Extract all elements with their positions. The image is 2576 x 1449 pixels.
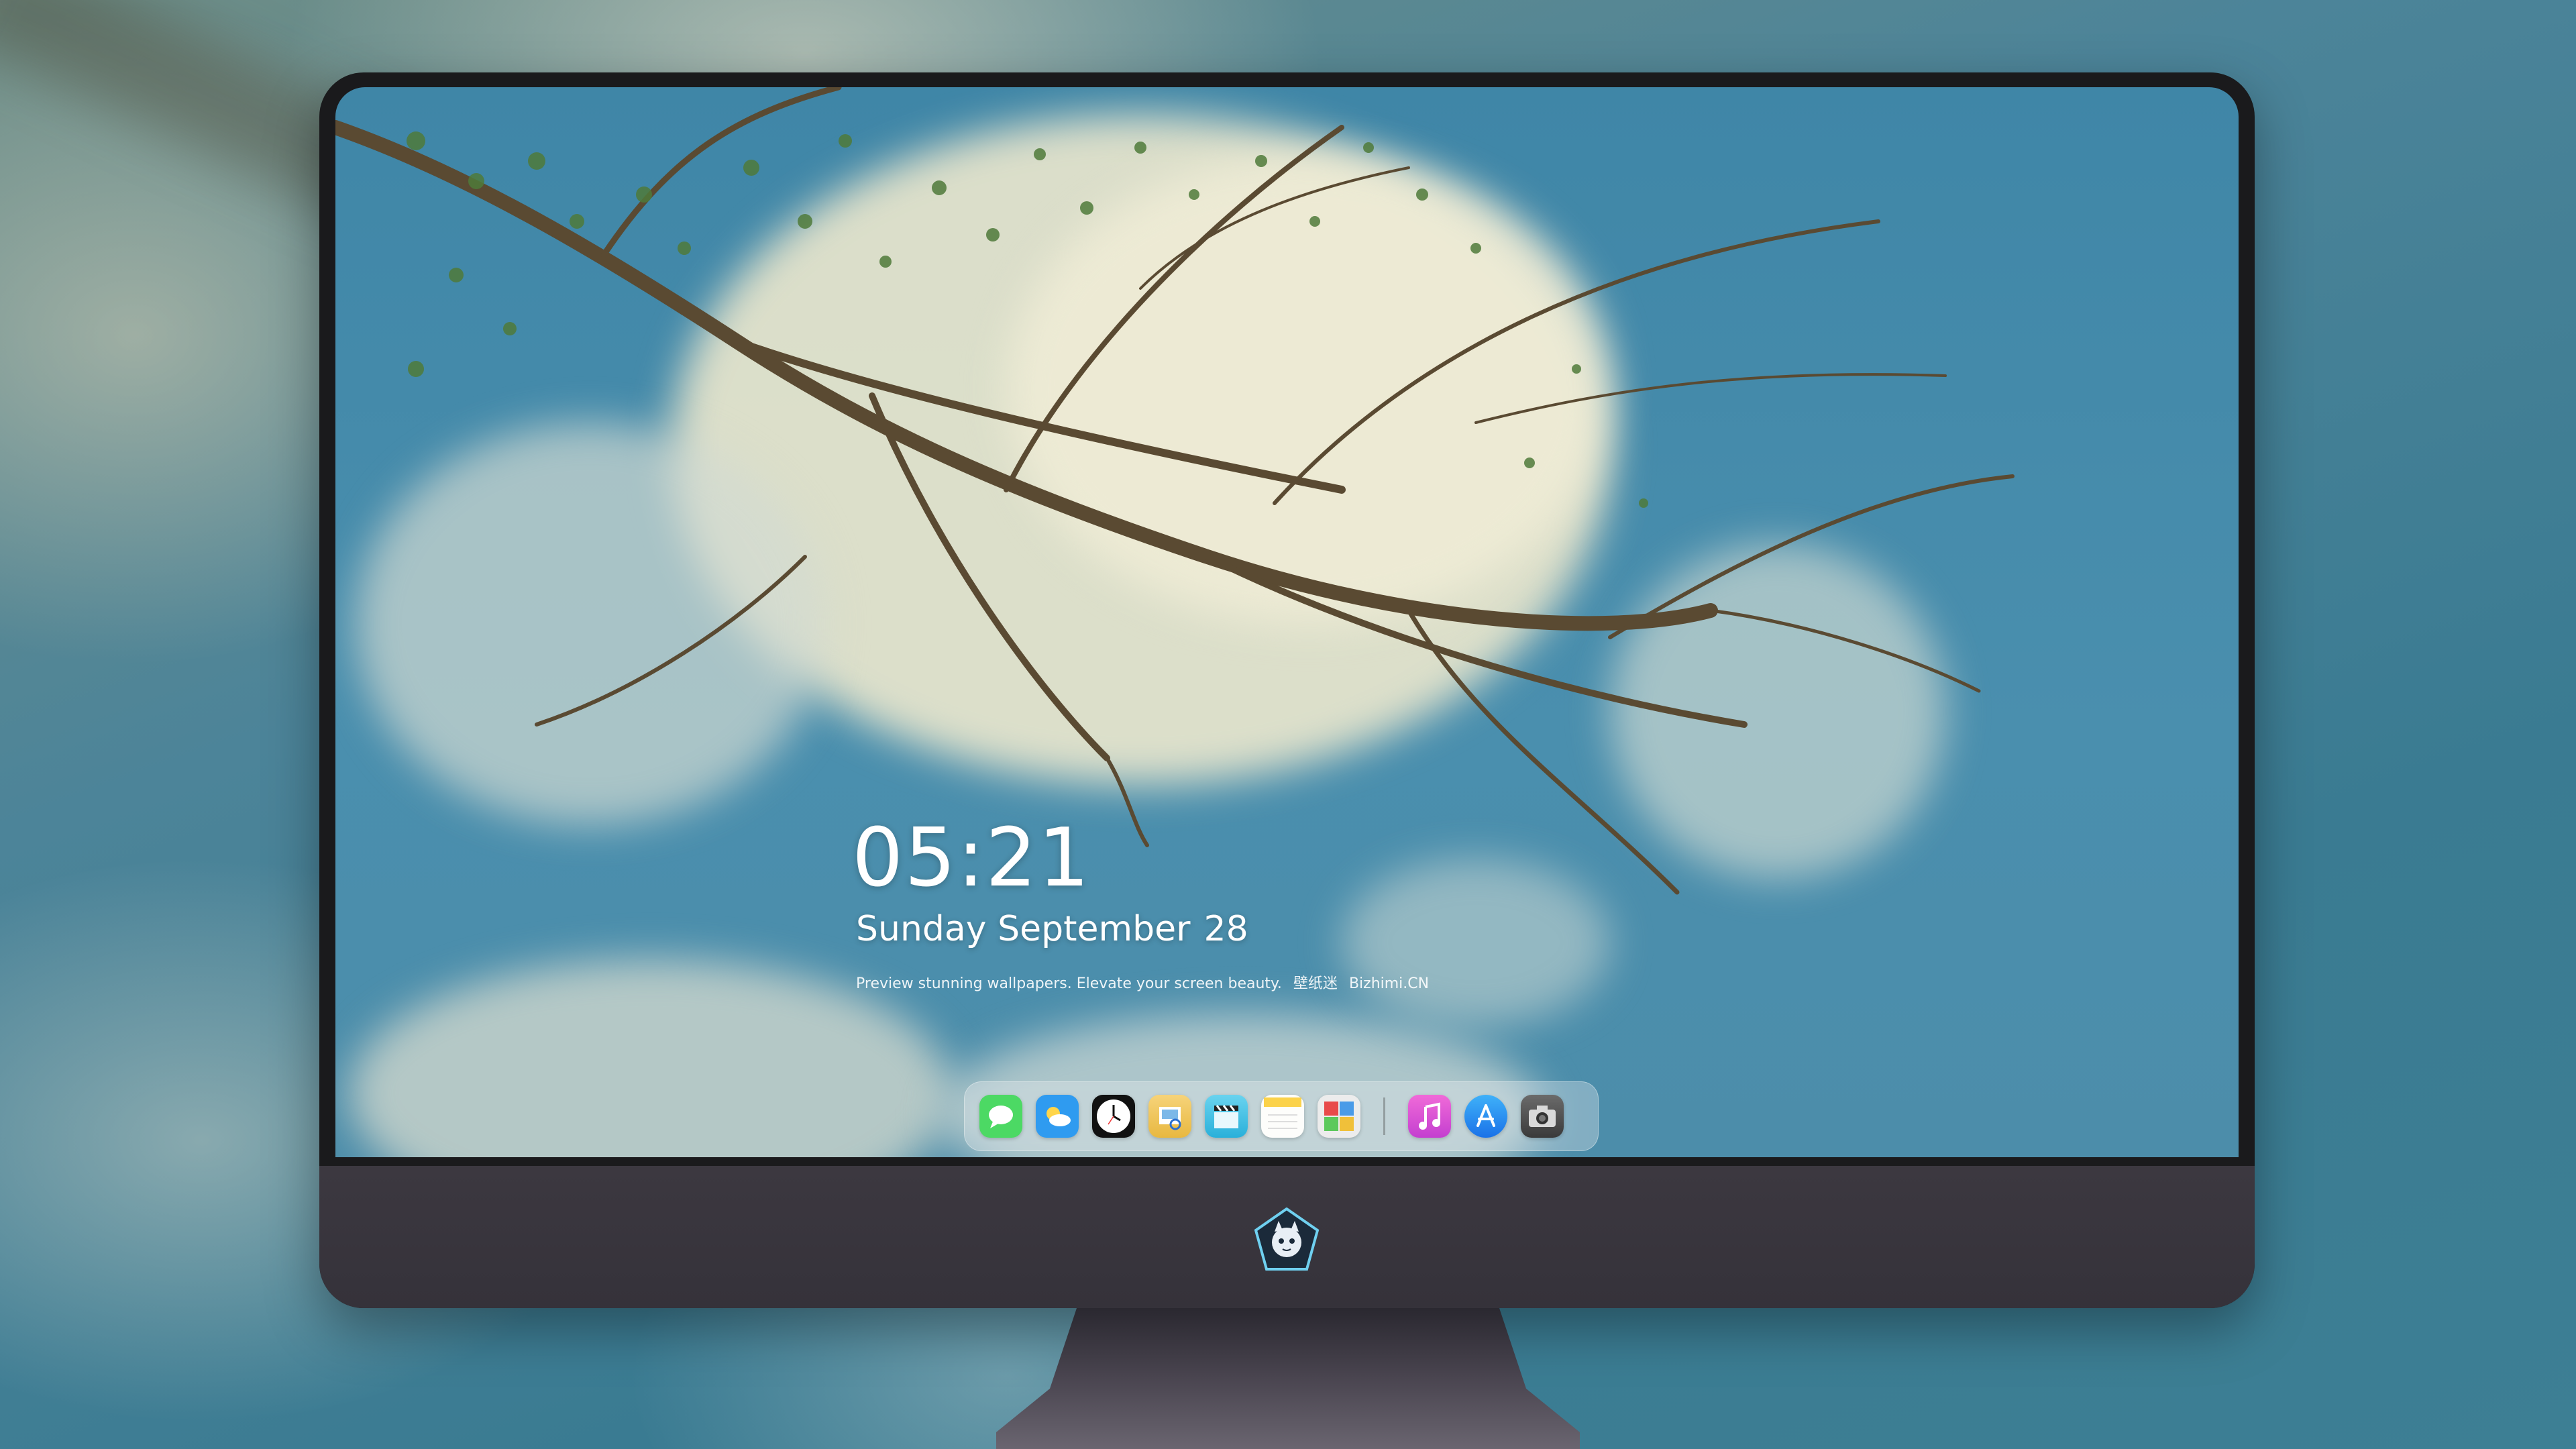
preview-icon[interactable] (1148, 1095, 1191, 1138)
lockscreen-date: Sunday September 28 (856, 909, 1248, 949)
lockscreen-time: 05:21 (852, 812, 1091, 905)
photo-booth-icon[interactable] (1318, 1095, 1360, 1138)
music-icon[interactable] (1408, 1095, 1451, 1138)
lockscreen-day: 28 (1203, 909, 1248, 949)
brand-logo-icon (1254, 1208, 1320, 1271)
monitor-stand (996, 1308, 1580, 1449)
desktop-screen: 05:21 Sunday September 28 Preview stunnin… (335, 87, 2239, 1157)
messages-icon[interactable] (979, 1095, 1022, 1138)
tagline-brand-cn: 壁纸迷 (1293, 975, 1338, 992)
dock-separator (1383, 1097, 1385, 1135)
wallpaper-branches (335, 87, 2015, 895)
tagline-brand: Bizhimi.CN (1348, 975, 1430, 992)
clock-icon[interactable] (1092, 1095, 1135, 1138)
app-store-icon[interactable] (1464, 1095, 1507, 1138)
lockscreen-weekday-month: Sunday September (856, 909, 1191, 949)
camera-icon[interactable] (1521, 1095, 1564, 1138)
weather-icon[interactable] (1036, 1095, 1079, 1138)
notes-icon[interactable] (1261, 1095, 1304, 1138)
lockscreen-tagline: Preview stunning wallpapers. Elevate you… (856, 971, 1429, 993)
app-dock (964, 1081, 1599, 1151)
tagline-text: Preview stunning wallpapers. Elevate you… (856, 975, 1282, 992)
clapperboard-icon[interactable] (1205, 1095, 1248, 1138)
